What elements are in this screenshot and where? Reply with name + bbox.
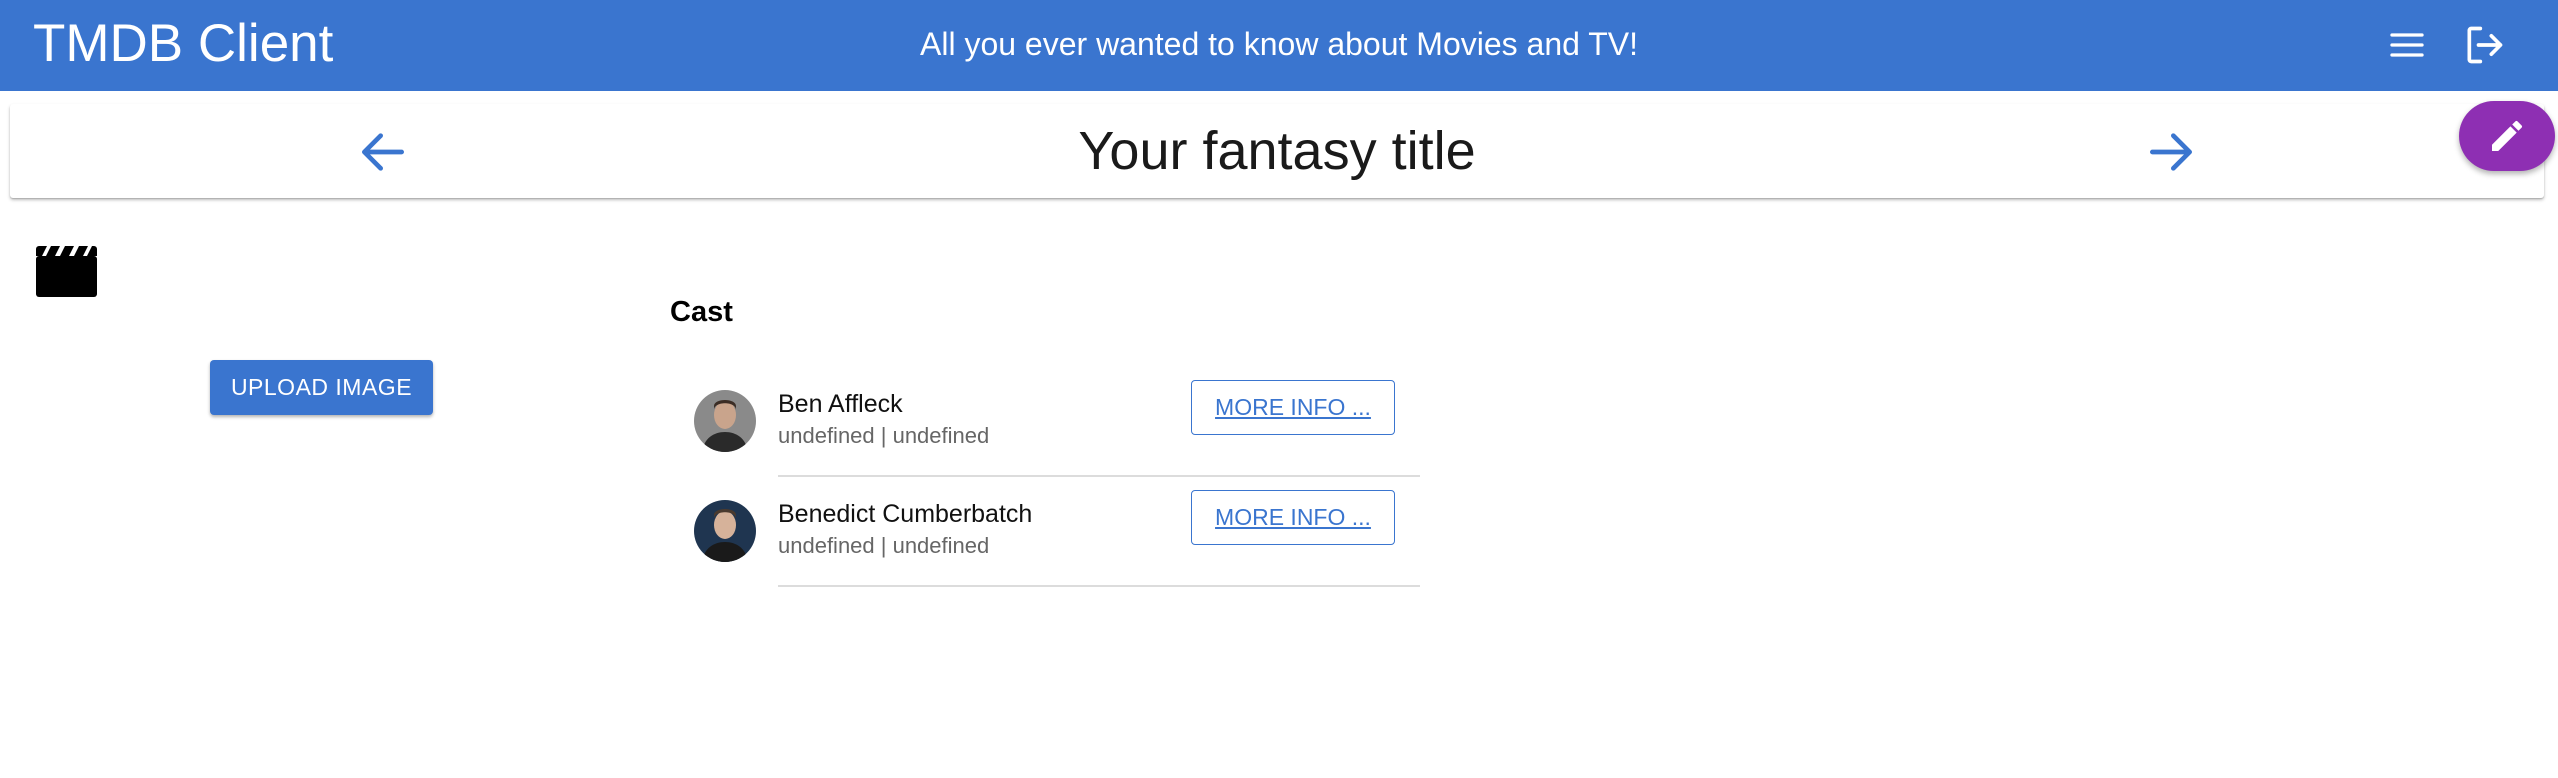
menu-button[interactable] <box>2378 16 2436 74</box>
title-card: Your fantasy title <box>10 104 2544 198</box>
cast-heading: Cast <box>670 296 733 328</box>
actor-name: Benedict Cumberbatch <box>778 500 1033 528</box>
cast-item: Benedict Cumberbatch undefined | undefin… <box>690 482 1420 592</box>
edit-button[interactable] <box>2459 101 2555 171</box>
menu-icon <box>2390 33 2424 57</box>
more-info-button[interactable]: MORE INFO ... <box>1191 490 1395 545</box>
pencil-icon <box>2492 120 2523 151</box>
clapperboard-icon <box>36 246 97 297</box>
logout-button[interactable] <box>2455 16 2513 74</box>
upload-image-button[interactable]: UPLOAD IMAGE <box>210 360 433 415</box>
divider <box>778 585 1420 587</box>
logout-icon <box>2467 26 2503 64</box>
avatar <box>694 500 756 562</box>
app-bar: TMDB Client All you ever wanted to know … <box>0 0 2558 91</box>
actor-subtitle: undefined | undefined <box>778 423 990 448</box>
cast-item: Ben Affleck undefined | undefined MORE I… <box>690 372 1420 482</box>
poster-placeholder <box>36 246 97 302</box>
actor-name: Ben Affleck <box>778 390 903 418</box>
avatar <box>694 390 756 452</box>
arrow-right-icon <box>2150 133 2192 171</box>
app-tagline: All you ever wanted to know about Movies… <box>919 26 1639 62</box>
actor-subtitle: undefined | undefined <box>778 533 990 558</box>
more-info-button[interactable]: MORE INFO ... <box>1191 380 1395 435</box>
divider <box>778 475 1420 477</box>
forward-button[interactable] <box>2141 122 2201 182</box>
